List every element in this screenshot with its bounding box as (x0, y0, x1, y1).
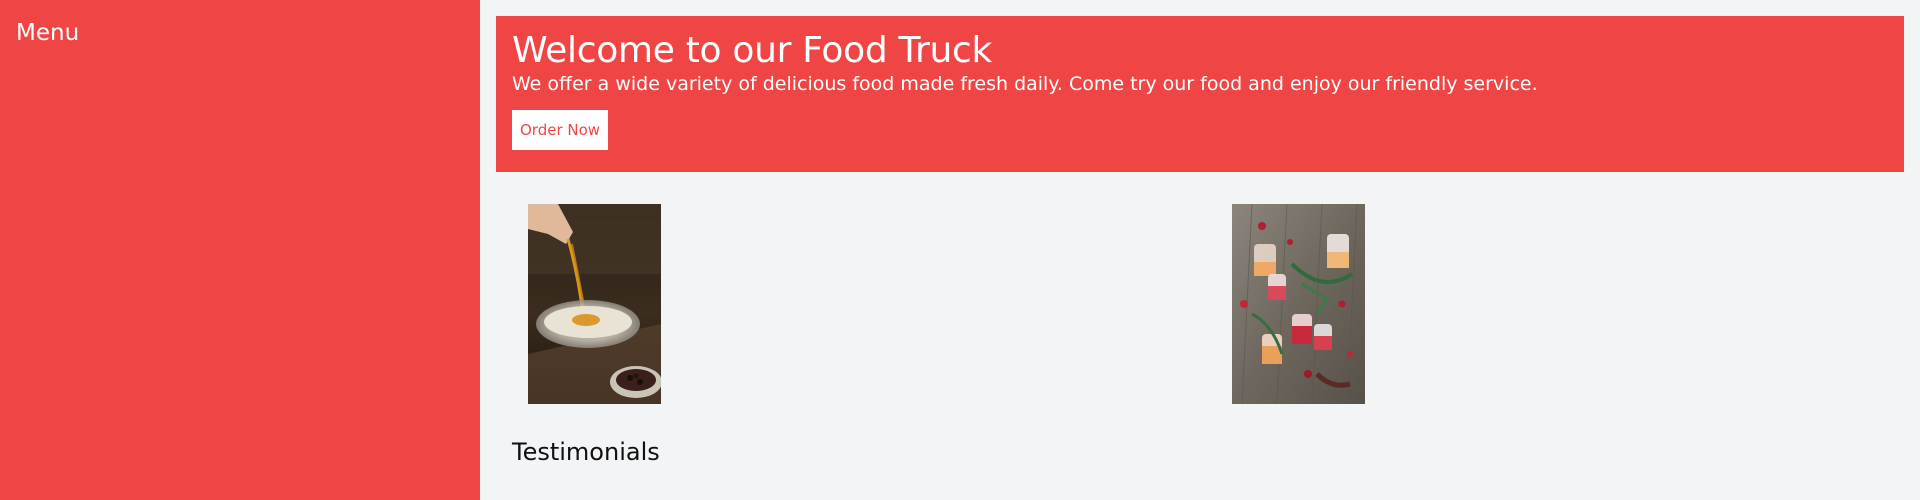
drinks-table-photo (1232, 204, 1365, 404)
page-layout: Menu Welcome to our Food Truck We offer … (0, 0, 1920, 500)
hero-banner: Welcome to our Food Truck We offer a wid… (496, 16, 1904, 172)
photo-gallery (496, 172, 1904, 412)
hero-title: Welcome to our Food Truck (512, 30, 993, 71)
hero-description: We offer a wide variety of delicious foo… (512, 73, 1538, 95)
order-now-button[interactable]: Order Now (512, 110, 609, 150)
testimonials-heading: Testimonials (512, 438, 660, 466)
sidebar: Menu (0, 0, 480, 500)
main-content: Welcome to our Food Truck We offer a wid… (480, 0, 1920, 500)
spice-mixing-photo (528, 204, 661, 404)
sidebar-title: Menu (16, 20, 80, 46)
